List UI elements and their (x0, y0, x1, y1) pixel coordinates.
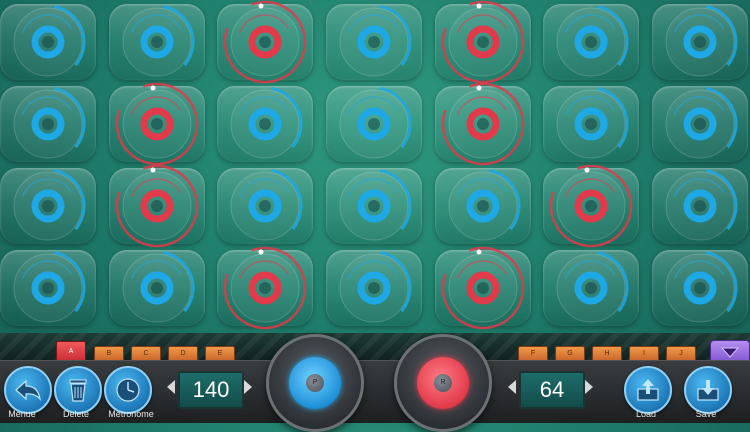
clock-icon (116, 378, 140, 402)
pad-r2-c4[interactable] (326, 86, 422, 162)
pad-r3-c7[interactable] (652, 168, 748, 244)
pad-r1-c3[interactable] (217, 0, 313, 84)
pad-ring-icon (13, 251, 86, 323)
pad-ring-icon (665, 5, 738, 77)
pad-r1-c5[interactable] (435, 0, 531, 84)
pad-r2-c6[interactable] (543, 86, 639, 162)
pad-r4-c3[interactable] (217, 246, 313, 330)
pad-r3-c4[interactable] (326, 168, 422, 244)
pad-r3-c2[interactable] (109, 164, 205, 248)
pad-ring-icon (13, 87, 86, 159)
pad-ring-icon (223, 246, 307, 330)
pad-ring-icon (115, 164, 199, 248)
pad-ring-icon (230, 169, 303, 241)
value-display: 64 (519, 371, 585, 409)
pad-ring-icon (115, 82, 199, 166)
pad-r1-c6[interactable] (543, 4, 639, 80)
pad-ring-icon (339, 169, 412, 241)
pad-r2-c2[interactable] (109, 82, 205, 166)
pad-r4-c7[interactable] (652, 250, 748, 326)
pad-r2-c7[interactable] (652, 86, 748, 162)
tempo-display: 140 (178, 371, 244, 409)
pad-r3-c1[interactable] (0, 168, 96, 244)
pad-grid (0, 0, 750, 335)
pad-r4-c6[interactable] (543, 250, 639, 326)
back-arrow-icon (15, 379, 41, 402)
pad-r1-c4[interactable] (326, 4, 422, 80)
record-button[interactable]: R (394, 334, 492, 432)
metronome-label: Metronome (108, 409, 154, 419)
pad-ring-icon (441, 246, 525, 330)
pad-ring-icon (223, 0, 307, 84)
pad-ring-icon (13, 5, 86, 77)
pad-ring-icon (549, 164, 633, 248)
pad-ring-icon (339, 251, 412, 323)
pad-r4-c4[interactable] (326, 250, 422, 326)
pad-r4-c2[interactable] (109, 250, 205, 326)
menu-button[interactable] (4, 366, 52, 414)
pad-r3-c5[interactable] (435, 168, 531, 244)
delete-button[interactable] (54, 366, 102, 414)
pad-r1-c7[interactable] (652, 4, 748, 80)
pad-ring-icon (556, 251, 629, 323)
trash-icon (69, 379, 87, 402)
pad-r4-c5[interactable] (435, 246, 531, 330)
download-icon (697, 380, 719, 401)
pad-ring-icon (665, 169, 738, 241)
pad-r2-c3[interactable] (217, 86, 313, 162)
value-increase-arrow[interactable] (585, 380, 593, 394)
save-label: Save (695, 409, 717, 419)
pad-r2-c5[interactable] (435, 82, 531, 166)
pad-ring-icon (230, 87, 303, 159)
pad-ring-icon (339, 87, 412, 159)
load-button[interactable] (624, 366, 672, 414)
pad-ring-icon (13, 169, 86, 241)
tempo-increase-arrow[interactable] (244, 380, 252, 394)
upload-icon (637, 379, 659, 401)
pad-r1-c2[interactable] (109, 4, 205, 80)
pad-r2-c1[interactable] (0, 86, 96, 162)
pad-ring-icon (665, 87, 738, 159)
pad-r1-c1[interactable] (0, 4, 96, 80)
pad-ring-icon (122, 251, 195, 323)
record-cap: R (434, 374, 452, 392)
pad-r3-c6[interactable] (543, 164, 639, 248)
play-cap: P (306, 374, 324, 392)
pattern-button-a[interactable]: A (56, 341, 86, 362)
pad-ring-icon (665, 251, 738, 323)
pad-r4-c1[interactable] (0, 250, 96, 326)
save-button[interactable] (684, 366, 732, 414)
pad-ring-icon (441, 82, 525, 166)
metronome-button[interactable] (104, 366, 152, 414)
pad-ring-icon (448, 169, 521, 241)
pad-r3-c3[interactable] (217, 168, 313, 244)
pad-ring-icon (556, 5, 629, 77)
pad-ring-icon (339, 5, 412, 77)
tempo-decrease-arrow[interactable] (167, 380, 175, 394)
pad-ring-icon (556, 87, 629, 159)
value-decrease-arrow[interactable] (508, 380, 516, 394)
play-button[interactable]: P (266, 334, 364, 432)
pad-ring-icon (122, 5, 195, 77)
pad-ring-icon (441, 0, 525, 84)
